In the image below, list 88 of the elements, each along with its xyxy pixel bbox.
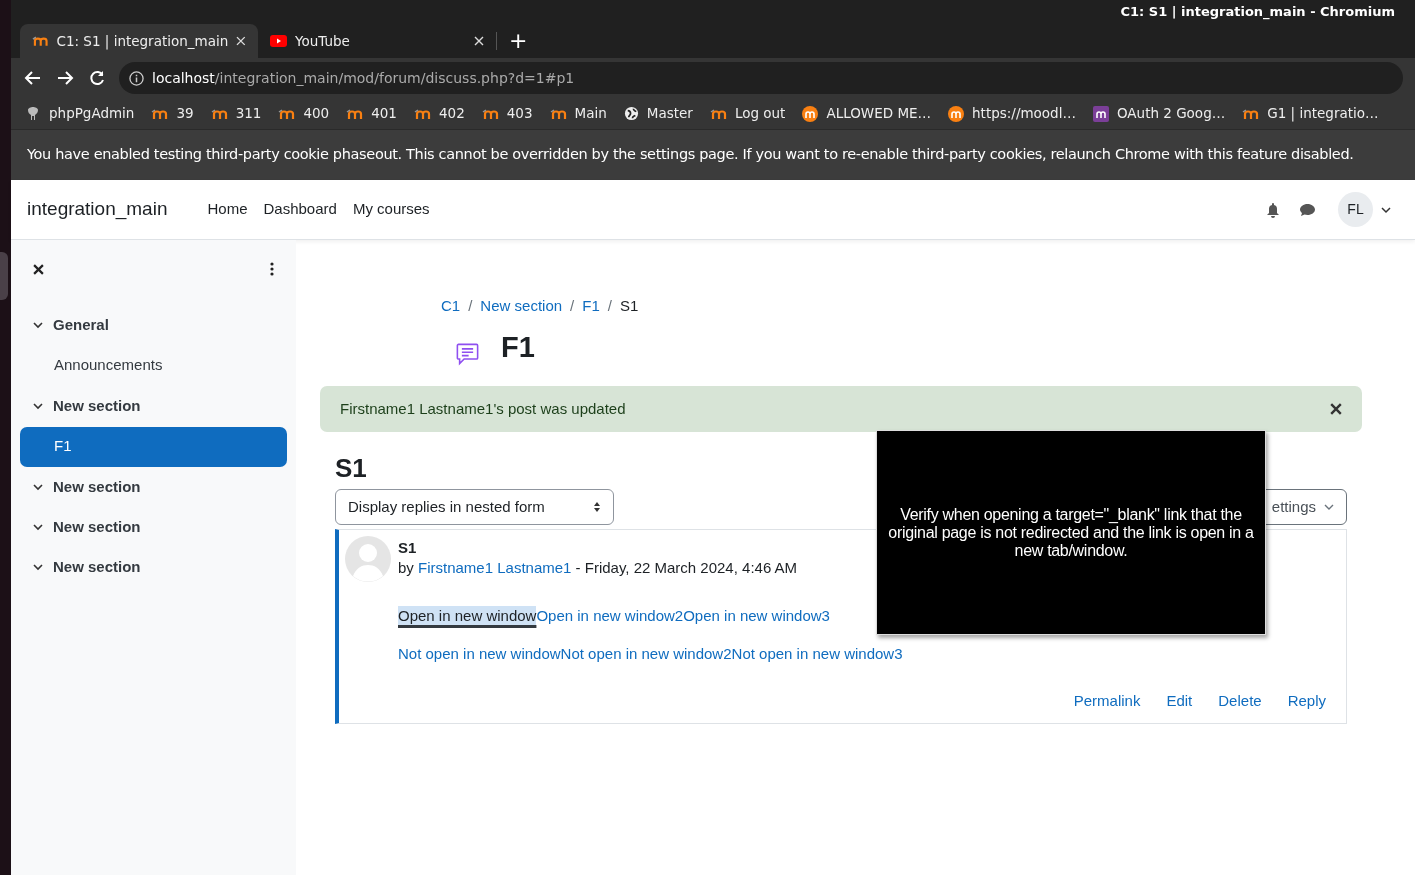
display-mode-select[interactable]: Display replies in nested form <box>335 489 614 525</box>
bookmark[interactable]: Master <box>623 103 693 124</box>
section-link[interactable]: New section <box>53 475 141 499</box>
bookmark[interactable]: 402 <box>413 103 465 124</box>
breadcrumb-link[interactable]: C1 <box>441 294 461 318</box>
breadcrumb-separator: / <box>570 295 575 316</box>
logo-icon <box>481 107 499 120</box>
logo-icon <box>1242 107 1260 120</box>
nav-link[interactable]: Dashboard <box>255 198 345 221</box>
bookmark[interactable]: Main <box>549 103 607 124</box>
section-link[interactable]: New section <box>53 394 141 418</box>
post-link[interactable]: Not open in new window <box>398 644 561 664</box>
window-title: C1: S1 | integration_main - Chromium <box>1120 3 1395 22</box>
info-bar-message: You have enabled testing third-party cookie phaseout. This cannot be overridden by the settings page. If you want to re-enable third-party cookies, relaunch Chrome with this feature disabled. <box>27 145 1354 165</box>
avatar-silhouette-icon <box>345 536 391 582</box>
breadcrumb-link[interactable]: F1 <box>582 294 600 318</box>
tab-title: C1: S1 | integration_main <box>56 31 229 52</box>
section-link[interactable]: New section <box>53 515 141 539</box>
chat-bubble-icon[interactable] <box>1299 201 1316 218</box>
logo-icon <box>802 105 819 122</box>
post-byline: by Firstname1 Lastname1 - Friday, 22 March 2024, 4:46 AM <box>398 558 798 578</box>
post-subject: S1 <box>398 538 417 558</box>
logo-icon <box>948 105 965 122</box>
caret-icon <box>1324 502 1334 512</box>
post-link[interactable]: Open in new window3 <box>683 606 830 626</box>
browser-tab[interactable]: C1: S1 | integration_main <box>20 24 258 58</box>
reload-icon[interactable] <box>87 68 107 88</box>
nav-link[interactable]: My courses <box>344 198 438 221</box>
post-action-link[interactable]: Reply <box>1287 690 1326 713</box>
chevron-icon[interactable] <box>32 561 44 573</box>
post-action-link[interactable]: Delete <box>1218 690 1262 713</box>
site-name[interactable]: integration_main <box>27 195 168 224</box>
logo-icon <box>1092 105 1109 122</box>
alert-message: Firstname1 Lastname1's post was updated <box>340 398 626 419</box>
caret-icon[interactable] <box>1381 204 1391 215</box>
bookmark[interactable]: phpPgAdmin <box>25 103 135 124</box>
activity-link[interactable]: Announcements <box>20 345 287 386</box>
bookmark[interactable]: 400 <box>278 103 330 124</box>
post-link[interactable]: Open in new window2 <box>536 606 684 626</box>
post-link[interactable]: Open in new window <box>398 606 537 626</box>
user-avatar[interactable]: FL <box>1338 192 1373 227</box>
sort-arrows-icon <box>593 501 601 513</box>
bookmark[interactable]: G1 | integratio… <box>1242 103 1379 124</box>
bookmark[interactable]: 403 <box>481 103 533 124</box>
chevron-icon[interactable] <box>32 319 44 331</box>
bookmark[interactable]: https://moodl… <box>948 103 1076 124</box>
chevron-icon[interactable] <box>32 481 44 493</box>
breadcrumb-link[interactable]: New section <box>480 294 563 318</box>
logo-icon <box>151 107 169 120</box>
breadcrumb-separator: / <box>607 295 612 316</box>
address-field[interactable]: localhost/integration_main/mod/forum/discuss.php?d=1#p1 <box>119 62 1403 94</box>
post-action-link[interactable]: Edit <box>1166 690 1193 713</box>
activity-link[interactable]: F1 <box>20 426 287 467</box>
bookmark[interactable]: ALLOWED ME… <box>802 103 932 124</box>
logo-icon <box>346 107 364 120</box>
close-icon[interactable] <box>33 263 44 275</box>
globe-icon <box>623 106 639 121</box>
logo-icon <box>278 107 296 120</box>
chevron-icon[interactable] <box>32 521 44 533</box>
video-logo-icon <box>270 35 287 47</box>
bookmark[interactable]: 39 <box>151 103 194 124</box>
logo-icon <box>709 107 727 120</box>
tab-title: YouTube <box>295 31 351 51</box>
section-link[interactable]: General <box>53 313 109 337</box>
breadcrumb-separator: / <box>468 295 473 316</box>
logo-icon <box>413 107 431 120</box>
info-icon[interactable] <box>129 70 144 86</box>
bell-icon[interactable] <box>1265 201 1281 218</box>
post-action-link[interactable]: Permalink <box>1073 690 1141 713</box>
bookmark[interactable]: Log out <box>709 103 786 124</box>
more-options-icon[interactable] <box>270 262 274 276</box>
logo-icon <box>210 107 228 120</box>
logo-icon <box>32 35 49 47</box>
bookmark[interactable]: OAuth 2 Goog… <box>1092 103 1226 124</box>
bookmark[interactable]: 311 <box>210 103 262 124</box>
logo-icon <box>549 107 567 120</box>
nav-link[interactable]: Home <box>199 198 256 221</box>
close-icon[interactable] <box>1330 403 1342 415</box>
section-link[interactable]: New section <box>53 555 141 579</box>
browser-tab[interactable]: YouTube <box>258 24 496 58</box>
author-link[interactable]: Firstname1 Lastname1 <box>418 559 572 576</box>
post-link[interactable]: Not open in new window3 <box>731 644 903 664</box>
bookmark[interactable]: 401 <box>346 103 397 124</box>
discussion-heading: S1 <box>335 452 368 485</box>
chevron-icon[interactable] <box>32 400 44 412</box>
post-link[interactable]: Not open in new window2 <box>560 644 732 664</box>
page-heading: F1 <box>501 330 535 366</box>
new-tab-button[interactable]: + <box>497 24 540 58</box>
